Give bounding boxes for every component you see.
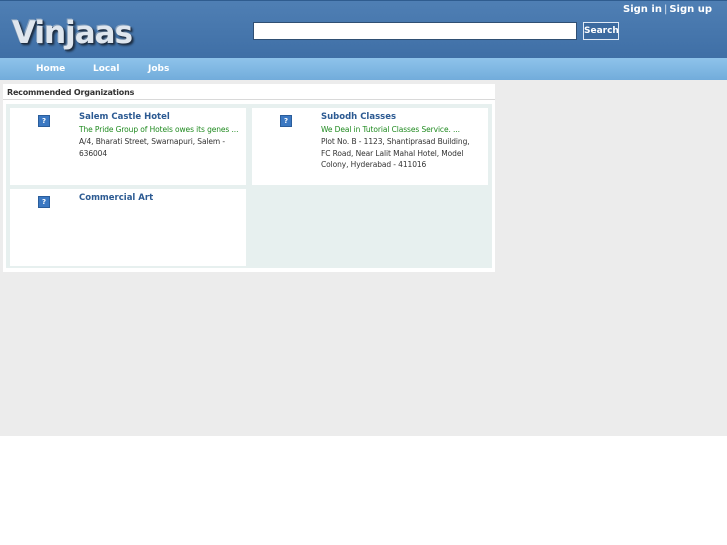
divider (3, 99, 495, 100)
organization-address: Plot No. B - 1123, Shantiprasad Building… (321, 137, 470, 169)
organization-name-link[interactable]: Commercial Art (79, 193, 153, 203)
auth-separator: | (663, 4, 668, 15)
panel-title: Recommended Organizations (7, 88, 135, 97)
search-button[interactable]: Search (583, 22, 619, 40)
site-header: Vinjaas Sign in | Sign up Search (0, 0, 727, 58)
auth-links: Sign in | Sign up (623, 4, 712, 15)
nav-item-jobs[interactable]: Jobs (148, 64, 169, 74)
main-nav: Home Local Jobs (0, 58, 727, 80)
image-placeholder-icon[interactable]: ? (280, 115, 292, 127)
organization-card: ? Subodh Classes We Deal in Tutorial Cla… (252, 108, 488, 185)
sign-up-link[interactable]: Sign up (669, 4, 712, 15)
sign-in-link[interactable]: Sign in (623, 4, 662, 15)
organization-description: We Deal in Tutorial Classes Service. ... (321, 125, 460, 134)
recommended-organizations-panel: Recommended Organizations ? Salem Castle… (3, 84, 495, 272)
organization-description: The Pride Group of Hotels owes its genes… (79, 125, 239, 134)
image-placeholder-icon[interactable]: ? (38, 115, 50, 127)
nav-item-home[interactable]: Home (36, 64, 65, 74)
organization-name-link[interactable]: Subodh Classes (321, 112, 396, 122)
image-placeholder-icon[interactable]: ? (38, 196, 50, 208)
organizations-grid: ? Salem Castle Hotel The Pride Group of … (6, 104, 492, 268)
organization-card: ? Salem Castle Hotel The Pride Group of … (10, 108, 246, 185)
nav-item-local[interactable]: Local (93, 64, 119, 74)
organization-card: ? Commercial Art (10, 189, 246, 266)
organization-name-link[interactable]: Salem Castle Hotel (79, 112, 170, 122)
site-logo[interactable]: Vinjaas (12, 15, 133, 51)
search-input[interactable] (253, 22, 577, 40)
organization-address: A/4, Bharati Street, Swarnapuri, Salem -… (79, 137, 226, 158)
